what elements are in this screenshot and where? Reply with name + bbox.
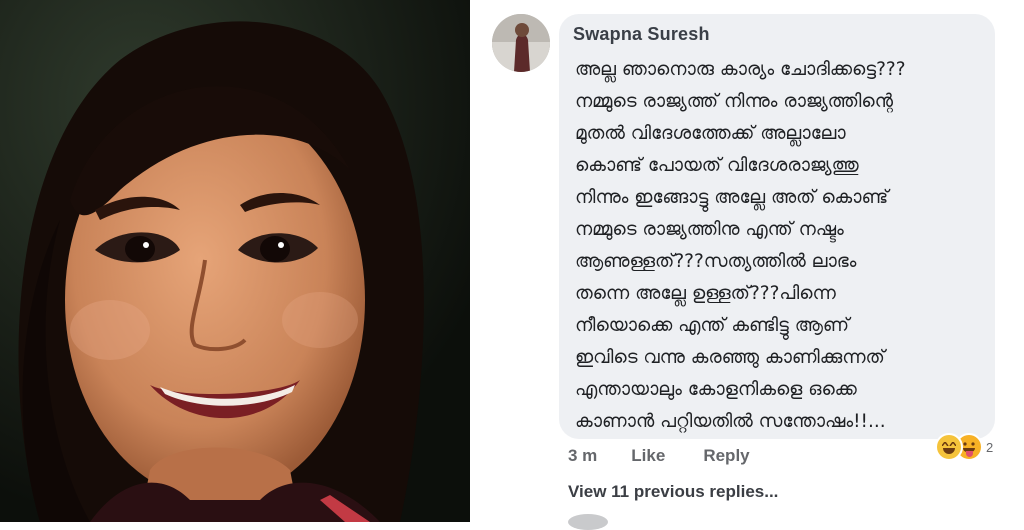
comment-line: നമ്മുടെ രാജ്യത്തിനു എന്ത് നഷ്ടം xyxy=(575,219,844,240)
panel-divider xyxy=(470,0,484,522)
comment-line: എന്തായാലും കോളനികളെ ഒക്കെ xyxy=(575,379,857,400)
like-button[interactable]: Like xyxy=(631,446,665,466)
comment-actions: 3 m Like Reply xyxy=(568,446,750,466)
comment-line: ആണുള്ളത്???സത്യത്തിൽ ലാഭം xyxy=(575,251,857,272)
reaction-count: 2 xyxy=(986,439,994,455)
comment-panel: Swapna Suresh അല്ല ഞാനൊരു കാര്യം ചോദിക്ക… xyxy=(484,0,1024,530)
comment-line: നിന്നും ഇങ്ങോട്ടു അല്ലേ അത് കൊണ്ട് xyxy=(575,187,889,208)
haha-icon xyxy=(935,433,963,461)
view-previous-replies-link[interactable]: View 11 previous replies... xyxy=(568,482,778,502)
next-avatar-peek xyxy=(568,514,608,530)
reply-button[interactable]: Reply xyxy=(703,446,749,466)
avatar[interactable] xyxy=(492,14,550,72)
comment-line: കാണാൻ പറ്റിയതിൽ സന്തോഷം!!... xyxy=(575,411,886,432)
comment-line: നീയൊക്കെ എന്ത് കണ്ടിട്ടു ആണ് xyxy=(575,315,850,336)
comment-timestamp[interactable]: 3 m xyxy=(568,446,597,466)
comment-bubble: Swapna Suresh അല്ല ഞാനൊരു കാര്യം ചോദിക്ക… xyxy=(559,14,995,439)
comment-line: തന്നെ അല്ലേ ഉള്ളത്???പിന്നെ xyxy=(575,283,836,304)
comment-line: നമ്മുടെ രാജ്യത്ത് നിന്നും രാജ്യത്തിന്റെ xyxy=(575,91,893,112)
avatar-image xyxy=(492,14,550,72)
comment-author[interactable]: Swapna Suresh xyxy=(573,24,710,45)
comment-line: ഇവിടെ വന്നു കരഞ്ഞു കാണിക്കുന്നത് xyxy=(575,347,885,368)
comment-line: കൊണ്ട് പോയത് വിദേശരാജ്യത്തു xyxy=(575,155,859,176)
comment-text: അല്ല ഞാനൊരു കാര്യം ചോദിക്കട്ടെ??? നമ്മുട… xyxy=(575,54,985,438)
profile-photo xyxy=(0,0,470,522)
reaction-summary[interactable]: 2 xyxy=(935,433,993,461)
comment-line: അല്ല ഞാനൊരു കാര്യം ചോദിക്കട്ടെ??? xyxy=(575,59,906,80)
comment-line: മുതൽ വിദേശത്തേക്ക് അല്ലാലോ xyxy=(575,123,846,144)
